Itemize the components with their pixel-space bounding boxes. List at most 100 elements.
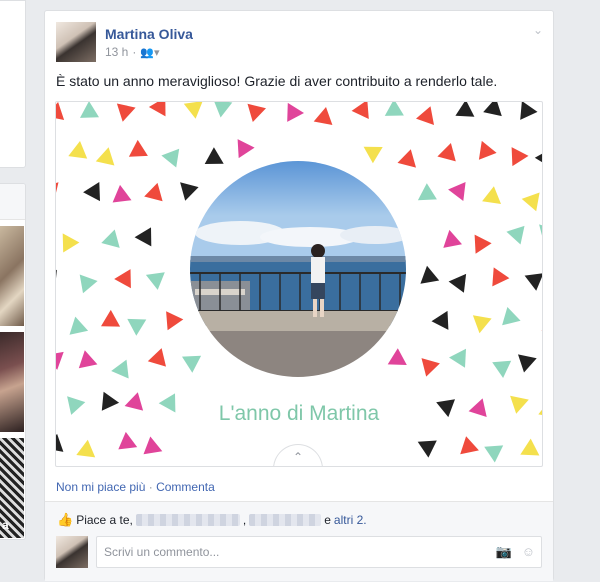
bunting-flag bbox=[483, 102, 502, 117]
bunting-flag bbox=[180, 182, 199, 201]
commenter-avatar bbox=[56, 536, 88, 568]
bunting-flag bbox=[68, 141, 88, 159]
bunting-flag bbox=[56, 351, 64, 370]
sidebar-thumbnail-text: a bbox=[2, 518, 9, 532]
bunting-flag bbox=[161, 148, 180, 168]
sidebar-thumbnail[interactable] bbox=[0, 332, 24, 432]
post-meta: 13 h · 👥▾ bbox=[105, 45, 160, 59]
bunting-flag bbox=[144, 182, 163, 202]
bunting-flag bbox=[287, 102, 304, 122]
bunting-flag bbox=[416, 106, 434, 125]
sidebar-thumbnail[interactable]: a bbox=[0, 438, 24, 538]
bunting-flag bbox=[417, 183, 437, 201]
chevron-down-icon[interactable]: ⌄ bbox=[533, 23, 543, 37]
bunting-flag bbox=[76, 439, 96, 458]
bunting-flag bbox=[145, 272, 165, 290]
bunting-flag bbox=[118, 431, 138, 450]
friends-icon[interactable]: 👥▾ bbox=[140, 46, 159, 59]
bunting-flag bbox=[460, 436, 479, 455]
post-card: Martina Oliva 13 h · 👥▾ ⌄ È stato un ann… bbox=[44, 10, 554, 581]
comment-box-icons: 📷 ☺ bbox=[496, 544, 535, 560]
bunting-flag bbox=[363, 146, 383, 164]
bunting-flag bbox=[80, 102, 99, 118]
bunting-flag bbox=[384, 102, 404, 116]
bunting-flag bbox=[313, 107, 333, 125]
camera-icon[interactable]: 📷 bbox=[496, 544, 512, 560]
bunting-flag bbox=[443, 229, 462, 248]
bunting-flag bbox=[62, 233, 80, 253]
bunting-flag bbox=[492, 267, 510, 287]
author-name[interactable]: Martina Oliva bbox=[105, 26, 193, 42]
bunting-flag bbox=[112, 184, 132, 203]
post-text: È stato un anno meraviglioso! Grazie di … bbox=[56, 73, 498, 89]
redacted-name[interactable] bbox=[249, 514, 322, 526]
bunting-flag bbox=[56, 102, 65, 120]
bunting-flag bbox=[204, 147, 224, 164]
bunting-flag bbox=[448, 273, 467, 293]
unlike-link[interactable]: Non mi piace più bbox=[56, 480, 145, 494]
feedback-area: 👍 Piace a te, , e altri 2. 📷 ☺ bbox=[45, 501, 553, 581]
card-title: L'anno di Martina bbox=[218, 402, 380, 425]
others-link[interactable]: altri 2. bbox=[334, 513, 367, 527]
author-avatar[interactable] bbox=[56, 22, 96, 62]
likes-prefix: Piace a te, bbox=[76, 513, 133, 527]
bunting-flag bbox=[143, 436, 163, 455]
comment-input[interactable] bbox=[97, 537, 477, 567]
left-sidebar-header bbox=[0, 184, 25, 220]
bunting-flag bbox=[539, 224, 542, 236]
bunting-flag bbox=[511, 147, 529, 167]
bunting-flag bbox=[421, 358, 440, 377]
bunting-flag bbox=[56, 433, 64, 452]
bunting-flag bbox=[472, 315, 492, 334]
profile-photo bbox=[190, 161, 406, 377]
bunting-flag bbox=[484, 445, 504, 463]
bunting-flag bbox=[78, 350, 98, 369]
actions-separator: · bbox=[148, 480, 153, 494]
bunting-flag bbox=[128, 139, 148, 157]
bunting-flag bbox=[214, 102, 233, 118]
bunting-flag bbox=[127, 318, 147, 336]
separator-dot: · bbox=[132, 45, 137, 59]
bunting-flag bbox=[506, 225, 525, 245]
sidebar-thumbnail[interactable] bbox=[0, 226, 24, 326]
post-time[interactable]: 13 h bbox=[105, 45, 128, 59]
bunting-flag bbox=[431, 310, 449, 330]
bunting-flag bbox=[56, 269, 57, 279]
bunting-flag bbox=[182, 355, 202, 373]
bunting-flag bbox=[417, 440, 437, 458]
left-sidebar-card: a bbox=[0, 183, 26, 540]
likes-summary: 👍 Piace a te, , e altri 2. bbox=[57, 512, 367, 528]
bunting-flag bbox=[247, 103, 266, 122]
bunting-flag bbox=[79, 274, 98, 294]
bunting-flag bbox=[95, 147, 115, 166]
bunting-flag bbox=[534, 153, 542, 163]
bunting-flag bbox=[237, 139, 255, 159]
bunting-flag bbox=[541, 330, 542, 331]
bunting-flag bbox=[56, 182, 59, 193]
emoji-icon[interactable]: ☺ bbox=[522, 544, 535, 560]
bunting-flag bbox=[116, 103, 136, 122]
chevron-up-icon: ⌃ bbox=[292, 450, 304, 464]
bunting-flag bbox=[147, 348, 166, 367]
redacted-name[interactable] bbox=[135, 514, 240, 526]
bunting-flag bbox=[148, 102, 166, 117]
bunting-flag bbox=[518, 354, 537, 373]
bunting-flag bbox=[448, 182, 466, 201]
like-thumb-icon: 👍 bbox=[57, 512, 74, 527]
bunting-flag bbox=[474, 234, 492, 254]
bunting-flag bbox=[83, 182, 100, 202]
bunting-flag bbox=[397, 149, 416, 168]
bunting-flag bbox=[101, 309, 121, 327]
likes-and: e bbox=[324, 513, 331, 527]
bunting-flag bbox=[521, 192, 540, 212]
likes-comma: , bbox=[242, 513, 247, 527]
bunting-flag bbox=[455, 102, 475, 117]
bunting-flag bbox=[520, 438, 540, 456]
bunting-flag bbox=[69, 316, 89, 335]
bunting-flag bbox=[437, 143, 456, 162]
bunting-flag bbox=[524, 273, 542, 291]
year-in-review-card[interactable]: L'anno di Martina ⌃ bbox=[55, 101, 543, 467]
comment-link[interactable]: Commenta bbox=[156, 480, 215, 494]
bunting-flag bbox=[449, 348, 466, 368]
bunting-flag bbox=[111, 359, 129, 379]
